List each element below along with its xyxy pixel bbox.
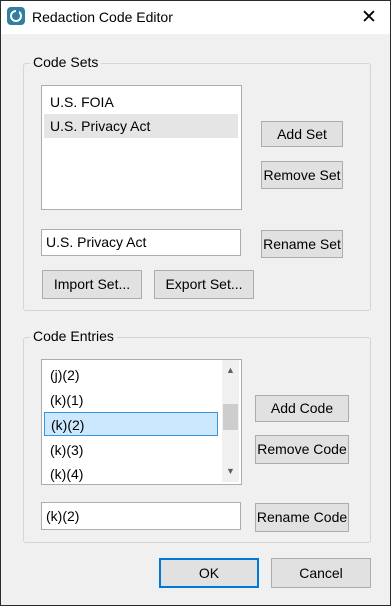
export-set-button[interactable]: Export Set...: [154, 270, 254, 299]
code-entry-item-label: (k)(3): [50, 442, 84, 458]
remove-code-label: Remove Code: [257, 441, 347, 457]
code-set-item-label: U.S. FOIA: [50, 94, 114, 110]
code-entry-item[interactable]: (k)(1): [44, 388, 218, 412]
remove-code-button[interactable]: Remove Code: [255, 435, 349, 464]
code-set-item-selected[interactable]: U.S. Privacy Act: [44, 114, 238, 138]
add-set-button[interactable]: Add Set: [261, 121, 343, 147]
import-set-button[interactable]: Import Set...: [42, 270, 142, 299]
add-code-button[interactable]: Add Code: [255, 395, 349, 422]
rename-set-button[interactable]: Rename Set: [261, 230, 343, 258]
cancel-button[interactable]: Cancel: [271, 558, 371, 588]
code-entry-item[interactable]: (k)(4): [44, 462, 218, 484]
scroll-up-arrow-icon[interactable]: ▲: [222, 362, 239, 379]
scrollbar-thumb[interactable]: [223, 404, 238, 430]
code-entries-scrollbar[interactable]: ▲ ▼: [222, 360, 239, 482]
import-set-label: Import Set...: [53, 276, 131, 292]
code-entry-item-label: (k)(4): [50, 466, 84, 482]
code-entry-item[interactable]: (k)(3): [44, 438, 218, 462]
app-logo-icon: [7, 7, 25, 25]
rename-code-label: Rename Code: [256, 509, 348, 525]
code-entries-list[interactable]: (j)(2) (k)(1) (k)(2) (k)(3) (k)(4) ▲ ▼: [41, 359, 242, 485]
code-sets-list[interactable]: U.S. FOIA U.S. Privacy Act: [41, 85, 242, 210]
rename-code-button[interactable]: Rename Code: [255, 503, 349, 532]
code-entries-legend: Code Entries: [30, 328, 117, 344]
code-entry-item[interactable]: (j)(2): [44, 363, 218, 387]
scroll-down-arrow-icon[interactable]: ▼: [222, 463, 239, 480]
code-sets-legend: Code Sets: [30, 54, 102, 70]
rename-set-label: Rename Set: [263, 236, 341, 252]
remove-set-button[interactable]: Remove Set: [261, 161, 343, 189]
code-entry-item-label: (k)(1): [50, 392, 84, 408]
code-entry-item-label: (j)(2): [50, 367, 80, 383]
title-bar: Redaction Code Editor ✕: [1, 1, 390, 34]
ok-label: OK: [198, 565, 220, 581]
set-name-field[interactable]: U.S. Privacy Act: [41, 229, 241, 256]
add-set-label: Add Set: [277, 126, 327, 142]
add-code-label: Add Code: [270, 400, 334, 416]
export-set-label: Export Set...: [165, 276, 243, 292]
cancel-label: Cancel: [299, 565, 343, 581]
code-name-field[interactable]: (k)(2): [41, 502, 241, 530]
remove-set-label: Remove Set: [263, 167, 341, 183]
window-title: Redaction Code Editor: [32, 9, 173, 25]
code-entry-item-label: (k)(2): [51, 417, 85, 433]
dialog-window: Redaction Code Editor ✕ Code Sets U.S. F…: [0, 0, 391, 606]
close-button[interactable]: ✕: [352, 3, 386, 32]
code-entry-item-selected[interactable]: (k)(2): [44, 412, 218, 436]
code-set-item-label: U.S. Privacy Act: [50, 118, 151, 134]
code-set-item[interactable]: U.S. FOIA: [44, 90, 238, 114]
ok-button[interactable]: OK: [159, 558, 259, 588]
